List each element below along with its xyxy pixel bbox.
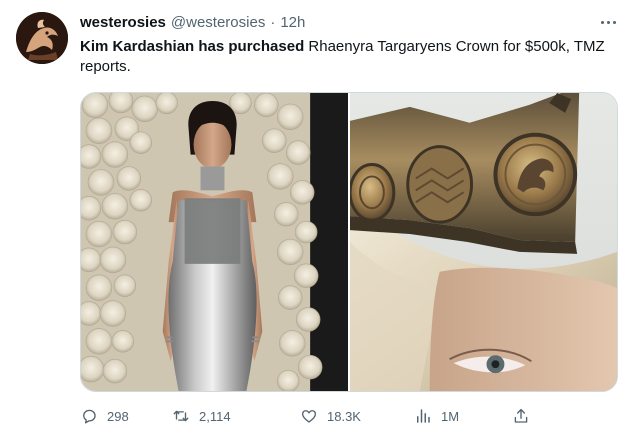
views-icon (417, 409, 430, 423)
like-count: 18.3K (327, 408, 361, 424)
woman-in-silver-dress-photo[interactable] (81, 93, 348, 391)
like-icon (301, 410, 317, 423)
tweet-text-bold: Kim Kardashian has purchased (80, 38, 305, 55)
share-icon (514, 408, 528, 423)
media-grid (80, 92, 618, 392)
view-count: 1M (441, 408, 460, 424)
views-button[interactable]: 1M (414, 407, 459, 425)
more-options-icon[interactable] (596, 12, 620, 32)
reply-icon (83, 409, 96, 424)
share-button[interactable] (512, 407, 530, 425)
reply-count: 298 (107, 408, 129, 424)
retweet-count: 2,114 (199, 408, 231, 424)
crown-closeup-photo[interactable] (350, 93, 617, 391)
avatar[interactable] (16, 12, 68, 64)
header-separator: · (270, 14, 276, 31)
tweet-text: Kim Kardashian has purchased Rhaenyra Ta… (80, 37, 610, 77)
author-display-name[interactable]: westerosies (80, 14, 166, 31)
tweet-timestamp[interactable]: 12h (280, 14, 305, 31)
author-handle[interactable]: @westerosies (171, 14, 265, 31)
retweet-icon (173, 410, 189, 422)
reply-button[interactable]: 298 (80, 407, 129, 425)
dragon-sigil-avatar-icon (16, 12, 68, 64)
tweet-header: westerosies @westerosies · 12h (80, 14, 305, 34)
like-button[interactable]: 18.3K (300, 407, 361, 425)
retweet-button[interactable]: 2,114 (172, 407, 231, 425)
tweet-actions: 298 2,114 18.3K 1M (80, 407, 540, 427)
